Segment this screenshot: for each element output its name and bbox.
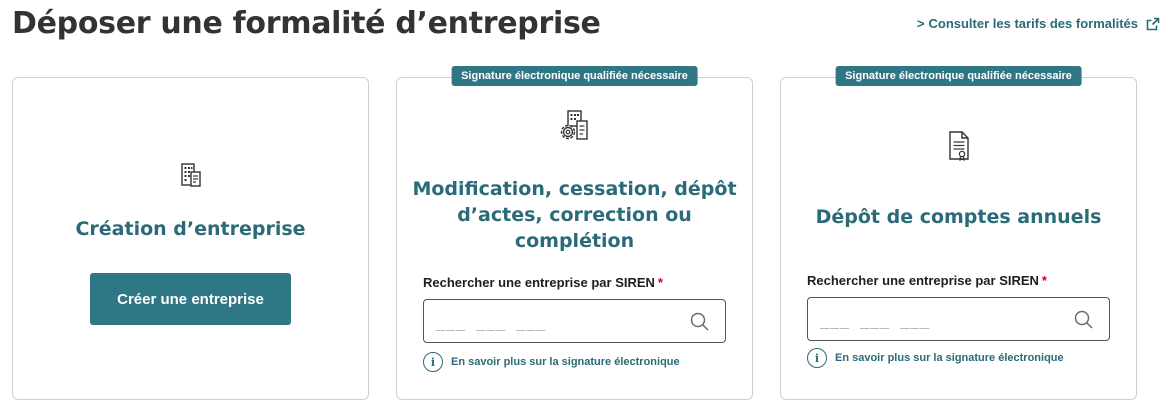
chevron-right-icon: > [916, 16, 925, 31]
info-icon: i [423, 352, 443, 372]
signature-info-text: En savoir plus sur la signature électron… [451, 356, 680, 368]
tarifs-link-label: Consulter les tarifs des formalités [928, 16, 1138, 31]
siren-search-field [423, 299, 726, 343]
card-title-line: d’actes, correction ou [457, 204, 692, 226]
signature-info-link[interactable]: i En savoir plus sur la signature électr… [423, 352, 680, 372]
siren-search-label-text: Rechercher une entreprise par SIREN [423, 275, 655, 290]
card-modification: Signature électronique qualifiée nécessa… [396, 66, 753, 400]
siren-search-input[interactable] [820, 308, 1060, 332]
card-title-creation: Création d’entreprise [75, 218, 306, 240]
search-icon[interactable] [1073, 309, 1095, 331]
required-mark: * [657, 275, 663, 290]
create-company-button[interactable]: Créer une entreprise [90, 273, 291, 325]
page-title: Déposer une formalité d’entreprise [12, 6, 601, 41]
card-title-annual-accounts: Dépôt de comptes annuels [815, 206, 1102, 228]
card-title-modification: Modification, cessation, dépôt d’actes, … [407, 176, 742, 254]
siren-search-label: Rechercher une entreprise par SIREN * [807, 273, 1047, 288]
signature-required-badge: Signature électronique qualifiée nécessa… [835, 66, 1082, 86]
external-link-icon [1146, 17, 1160, 30]
signature-info-text: En savoir plus sur la signature électron… [835, 352, 1064, 364]
required-mark: * [1041, 273, 1047, 288]
siren-search-label-text: Rechercher une entreprise par SIREN [807, 273, 1039, 288]
search-icon[interactable] [689, 311, 711, 333]
siren-search-field [807, 297, 1110, 341]
info-icon: i [807, 348, 827, 368]
card-title-line: complétion [514, 230, 635, 252]
card-creation: Création d’entreprise Créer une entrepri… [12, 77, 369, 400]
signature-required-badge: Signature électronique qualifiée nécessa… [451, 66, 698, 86]
building-document-icon [180, 163, 201, 187]
signature-info-link[interactable]: i En savoir plus sur la signature électr… [807, 348, 1064, 368]
card-title-line: Modification, cessation, dépôt [412, 178, 737, 200]
building-gear-icon [560, 110, 588, 140]
tarifs-link[interactable]: > Consulter les tarifs des formalités [917, 16, 1160, 31]
card-annual-accounts: Signature électronique qualifiée nécessa… [780, 66, 1137, 400]
siren-search-input[interactable] [436, 310, 676, 334]
siren-search-label: Rechercher une entreprise par SIREN * [423, 275, 663, 290]
certified-document-icon [948, 131, 969, 161]
